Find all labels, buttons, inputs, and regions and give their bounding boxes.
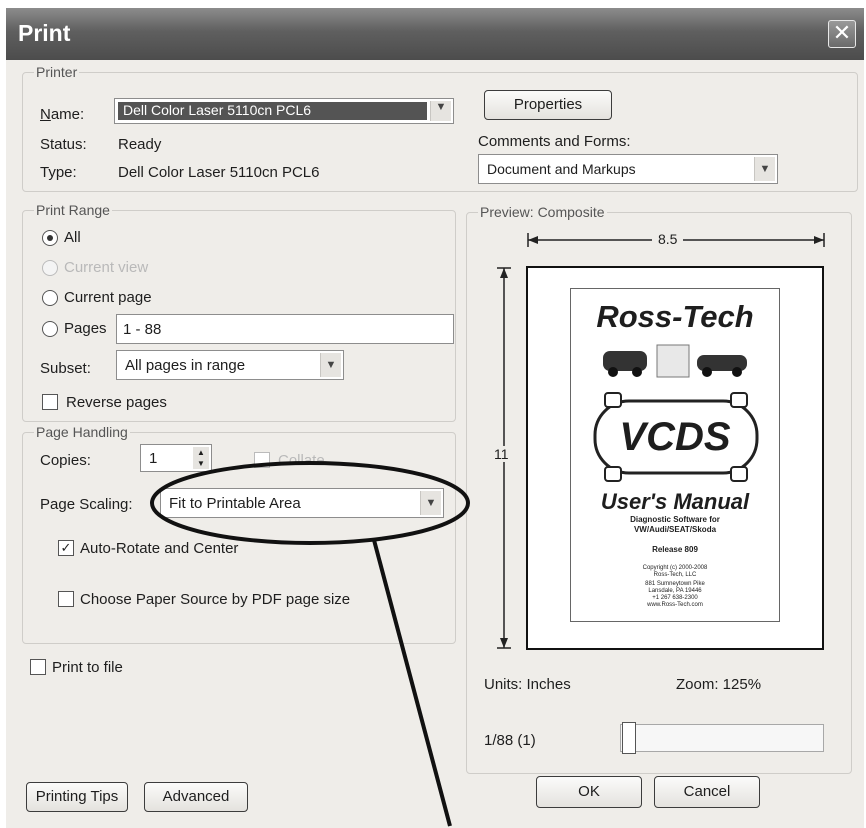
annotation-highlight	[150, 461, 470, 827]
